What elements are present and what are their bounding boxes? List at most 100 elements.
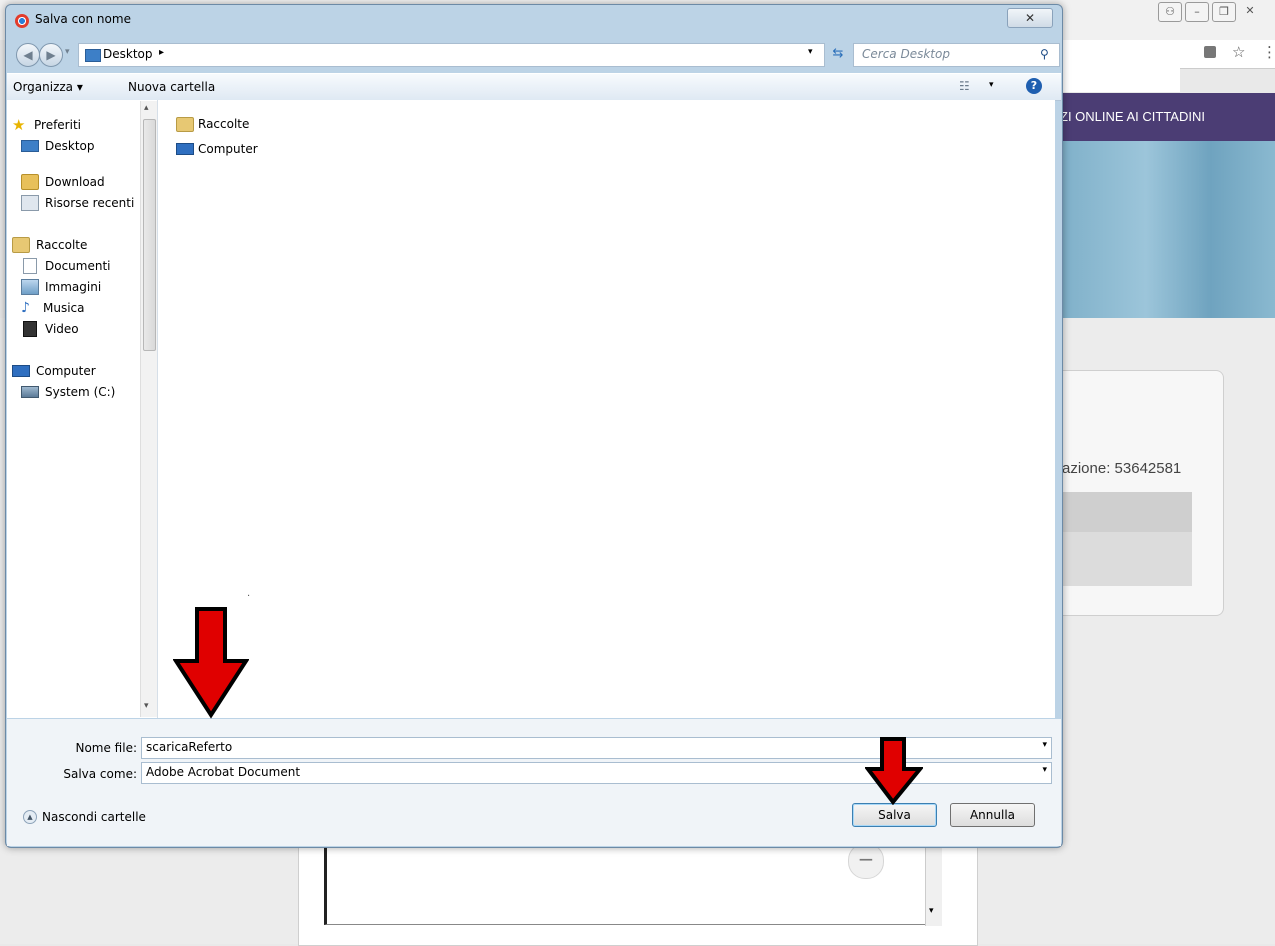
pictures-icon	[21, 279, 39, 295]
zoom-out-button[interactable]: −	[848, 843, 884, 879]
nav-item-label: Risorse recenti	[45, 196, 135, 210]
filename-dropdown-icon[interactable]: ▾	[1042, 740, 1047, 750]
star-icon: ★	[12, 116, 26, 134]
dialog-title-bar[interactable]: Salva con nome ✕	[6, 5, 1062, 35]
nav-item-label: Download	[45, 175, 105, 189]
nav-item-video[interactable]: Video	[21, 319, 79, 339]
person-icon[interactable]: ⚇	[1158, 2, 1182, 22]
nav-item-risorse-recenti[interactable]: Risorse recenti	[21, 193, 134, 213]
breadcrumb-dropdown-icon[interactable]: ▾	[808, 47, 813, 57]
nav-item-desktop[interactable]: Desktop	[21, 136, 95, 156]
drive-icon	[21, 386, 39, 398]
nav-item-label: Preferiti	[34, 118, 81, 132]
back-button[interactable]: ◀	[16, 43, 40, 67]
nav-item-computer[interactable]: Computer	[12, 361, 96, 381]
video-icon	[23, 321, 37, 337]
libraries-icon	[176, 116, 194, 132]
dialog-toolbar: Organizza ▾ Nuova cartella ☷ ▾ ?	[7, 73, 1061, 101]
savetype-dropdown-icon[interactable]: ▾	[1042, 765, 1047, 775]
cancel-button[interactable]: Annulla	[950, 803, 1035, 827]
chrome-logo-icon	[15, 14, 29, 28]
menu-icon[interactable]: ⋮	[1262, 43, 1275, 61]
navigation-row: ◀ ▶ ▾ Desktop ▸ ▾ ⇆ Cerca Desktop ⚲	[12, 39, 1060, 69]
scroll-down-icon[interactable]: ▾	[144, 701, 149, 711]
info-card-body-band	[1060, 532, 1192, 586]
close-icon[interactable]: ✕	[1239, 2, 1261, 20]
breadcrumb-desktop[interactable]: Desktop	[103, 47, 153, 61]
page-strip	[1060, 68, 1180, 92]
nav-item-label: System (C:)	[45, 385, 116, 399]
dialog-title: Salva con nome	[35, 12, 131, 26]
file-item-label: Raccolte	[198, 117, 250, 131]
info-card-header-band	[1060, 492, 1192, 532]
file-item-computer[interactable]: Computer	[176, 139, 258, 159]
search-icon[interactable]: ⚲	[1040, 47, 1049, 61]
navigation-pane: ★ Preferiti Desktop Download Risorse rec…	[7, 100, 158, 718]
computer-icon	[12, 365, 30, 377]
site-hero-image	[1060, 141, 1275, 318]
nav-item-raccolte[interactable]: Raccolte	[12, 235, 87, 255]
file-list: Raccolte Computer ·	[158, 100, 1055, 718]
nav-item-label: Video	[45, 322, 79, 336]
change-view-icon[interactable]: ☷	[959, 79, 970, 93]
view-options-chevron-icon[interactable]: ▾	[989, 80, 994, 90]
filename-value: scaricaReferto	[146, 740, 233, 754]
breadcrumb-separator-icon[interactable]: ▸	[159, 47, 164, 58]
document-viewer-page	[324, 846, 928, 925]
filename-label: Nome file:	[75, 741, 137, 755]
site-info-icon[interactable]	[1204, 46, 1216, 58]
site-banner: ZI ONLINE AI CITTADINI	[1060, 93, 1275, 141]
nav-item-musica[interactable]: ♪ Musica	[21, 298, 85, 318]
recent-places-icon	[21, 195, 39, 211]
nav-item-download[interactable]: Download	[21, 172, 105, 192]
nav-item-immagini[interactable]: Immagini	[21, 277, 101, 297]
new-folder-button[interactable]: Nuova cartella	[128, 80, 215, 94]
save-button[interactable]: Salva	[852, 803, 937, 827]
restore-icon[interactable]: ❐	[1212, 2, 1236, 22]
libraries-icon	[12, 237, 30, 253]
nav-item-documenti[interactable]: Documenti	[21, 256, 111, 276]
nav-item-label: Immagini	[45, 280, 102, 294]
save-as-dialog: Salva con nome ✕ ◀ ▶ ▾ Desktop ▸ ▾ ⇆ Cer…	[5, 4, 1063, 848]
download-folder-icon	[21, 174, 39, 190]
document-viewer-scrollbar[interactable]: ▾	[925, 846, 942, 926]
scroll-down-icon[interactable]: ▾	[929, 906, 934, 916]
recent-locations-chevron-icon[interactable]: ▾	[65, 47, 70, 57]
file-item-raccolte[interactable]: Raccolte	[176, 114, 249, 134]
desktop-icon	[85, 49, 101, 62]
documents-icon	[23, 258, 37, 274]
scrollbar-thumb[interactable]	[143, 119, 156, 351]
annotation-arrow-down-icon	[173, 607, 249, 719]
organize-button[interactable]: Organizza ▾	[13, 80, 83, 94]
nav-item-preferiti[interactable]: ★ Preferiti	[12, 115, 81, 135]
address-bar[interactable]: ☆ ⋮	[1060, 40, 1275, 69]
hide-folders-label: Nascondi cartelle	[42, 810, 146, 824]
browser-window-controls: ⚇ – ❐ ✕	[1158, 2, 1264, 22]
minimize-icon[interactable]: –	[1185, 2, 1209, 22]
bookmark-star-icon[interactable]: ☆	[1232, 43, 1245, 61]
nav-item-label: Computer	[36, 364, 96, 378]
savetype-label: Salva come:	[63, 767, 137, 781]
search-input[interactable]: Cerca Desktop ⚲	[853, 43, 1060, 67]
refresh-icon[interactable]: ⇆	[828, 43, 848, 65]
nav-item-label: Musica	[43, 301, 85, 315]
site-banner-text: ZI ONLINE AI CITTADINI	[1060, 109, 1205, 124]
hide-folders-toggle[interactable]: ▲ Nascondi cartelle	[23, 810, 146, 824]
forward-button[interactable]: ▶	[39, 43, 63, 67]
desktop-icon	[21, 140, 39, 152]
nav-item-label: Desktop	[45, 139, 95, 153]
computer-icon	[176, 143, 194, 155]
music-icon: ♪	[21, 300, 30, 316]
annotation-arrow-down-icon	[865, 737, 923, 805]
stray-dot: ·	[247, 591, 251, 602]
scroll-up-icon[interactable]: ▴	[144, 103, 149, 113]
search-placeholder: Cerca Desktop	[862, 47, 950, 61]
savetype-value: Adobe Acrobat Document	[146, 765, 301, 779]
help-icon[interactable]: ?	[1026, 78, 1042, 94]
nav-item-system-c[interactable]: System (C:)	[21, 382, 115, 402]
dialog-close-button[interactable]: ✕	[1007, 8, 1053, 28]
navigation-pane-scrollbar[interactable]: ▴ ▾	[140, 101, 157, 717]
nav-item-label: Documenti	[45, 259, 111, 273]
chevron-up-icon: ▲	[23, 810, 37, 824]
breadcrumb[interactable]: Desktop ▸ ▾	[78, 43, 825, 67]
